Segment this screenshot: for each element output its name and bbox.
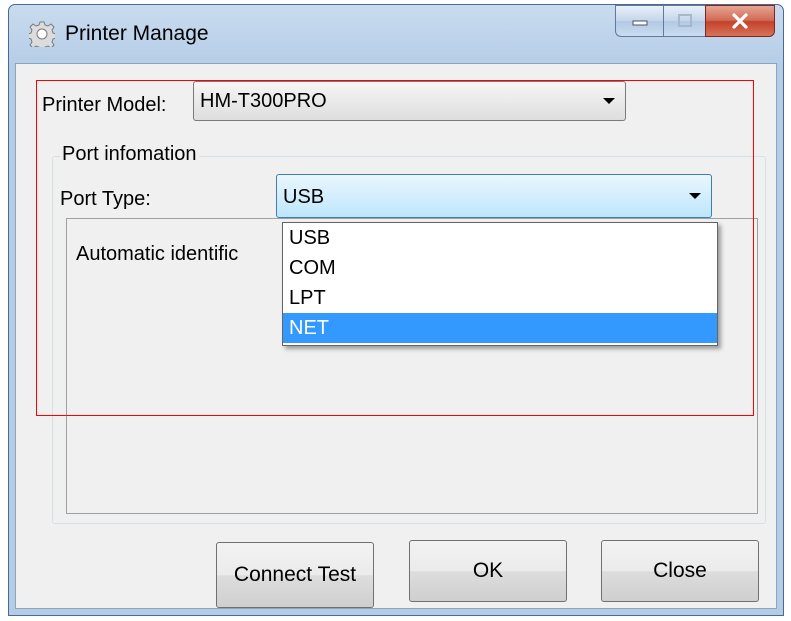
- chevron-down-icon: [689, 193, 701, 199]
- minimize-button[interactable]: [615, 5, 663, 37]
- dropdown-option-usb[interactable]: USB: [283, 223, 717, 253]
- printer-manage-window: Printer Manage Printer Model: HM-T300PRO…: [8, 4, 784, 616]
- title-bar[interactable]: Printer Manage: [9, 5, 783, 63]
- port-type-dropdown-list[interactable]: USB COM LPT NET: [282, 222, 718, 346]
- printer-model-label: Printer Model:: [42, 94, 167, 116]
- minimize-icon: [632, 20, 647, 26]
- printer-model-select[interactable]: HM-T300PRO: [193, 81, 626, 121]
- automatic-identification-text: Automatic identific: [76, 243, 239, 265]
- chevron-down-icon: [603, 98, 615, 104]
- close-icon: [732, 13, 748, 29]
- port-type-value: USB: [283, 186, 325, 208]
- close-button[interactable]: Close: [601, 540, 759, 602]
- dropdown-option-com[interactable]: COM: [283, 253, 717, 283]
- connect-test-button[interactable]: Connect Test: [216, 542, 374, 608]
- port-type-label: Port Type:: [60, 188, 151, 210]
- port-information-group-label: Port infomation: [60, 143, 199, 166]
- dropdown-option-net[interactable]: NET: [283, 313, 717, 343]
- port-type-select[interactable]: USB: [276, 174, 712, 218]
- printer-model-value: HM-T300PRO: [200, 90, 327, 112]
- caption-buttons: [615, 5, 775, 39]
- maximize-icon: [677, 14, 692, 27]
- window-title: Printer Manage: [65, 22, 209, 45]
- dropdown-option-lpt[interactable]: LPT: [283, 283, 717, 313]
- ok-button[interactable]: OK: [409, 540, 567, 602]
- maximize-button[interactable]: [663, 5, 705, 37]
- dialog-client-area: Printer Model: HM-T300PRO Port infomatio…: [15, 63, 777, 609]
- gear-icon: [29, 21, 55, 47]
- close-window-button[interactable]: [705, 5, 775, 37]
